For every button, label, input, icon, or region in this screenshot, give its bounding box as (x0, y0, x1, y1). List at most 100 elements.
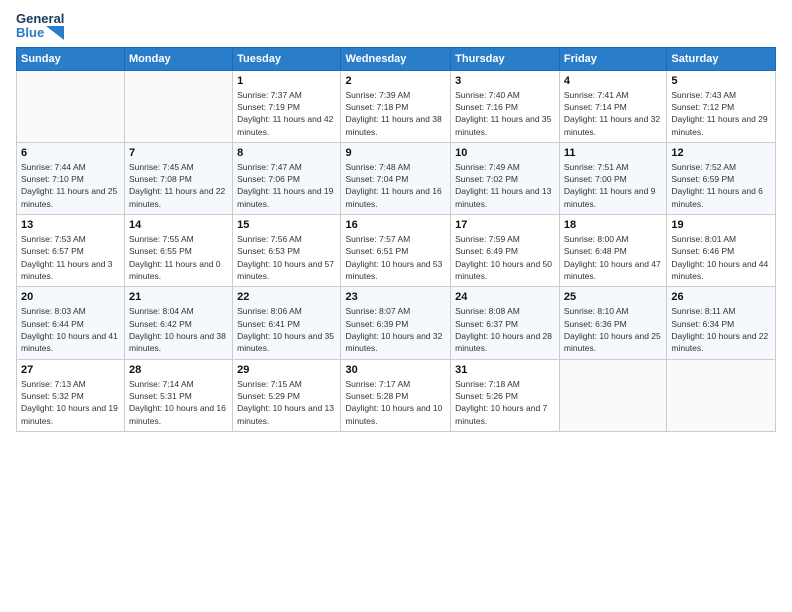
day-number: 1 (237, 75, 336, 87)
day-info: Sunrise: 8:04 AMSunset: 6:42 PMDaylight:… (129, 305, 228, 354)
day-info: Sunrise: 7:45 AMSunset: 7:08 PMDaylight:… (129, 161, 228, 210)
day-info: Sunrise: 7:15 AMSunset: 5:29 PMDaylight:… (237, 378, 336, 427)
calendar-cell: 2Sunrise: 7:39 AMSunset: 7:18 PMDaylight… (341, 70, 451, 142)
day-info: Sunrise: 7:59 AMSunset: 6:49 PMDaylight:… (455, 233, 555, 282)
day-number: 10 (455, 147, 555, 159)
day-number: 26 (671, 291, 771, 303)
day-info: Sunrise: 7:47 AMSunset: 7:06 PMDaylight:… (237, 161, 336, 210)
col-header-wednesday: Wednesday (341, 47, 451, 70)
day-info: Sunrise: 7:37 AMSunset: 7:19 PMDaylight:… (237, 89, 336, 138)
day-number: 6 (21, 147, 120, 159)
calendar-cell: 1 Sunrise: 7:37 AMSunset: 7:19 PMDaylight… (233, 70, 341, 142)
day-info: Sunrise: 8:00 AMSunset: 6:48 PMDaylight:… (564, 233, 662, 282)
calendar-cell: 20 Sunrise: 8:03 AMSunset: 6:44 PMDayligh… (17, 287, 125, 359)
day-number: 3 (455, 75, 555, 87)
day-info: Sunrise: 7:17 AMSunset: 5:28 PMDaylight:… (345, 378, 446, 427)
day-info: Sunrise: 7:18 AMSunset: 5:26 PMDaylight:… (455, 378, 555, 427)
calendar-cell: 18 Sunrise: 8:00 AMSunset: 6:48 PMDayligh… (559, 215, 666, 287)
calendar-cell: 24 Sunrise: 8:08 AMSunset: 6:37 PMDayligh… (451, 287, 560, 359)
calendar-cell: 31 Sunrise: 7:18 AMSunset: 5:26 PMDayligh… (451, 359, 560, 431)
calendar-cell: 15Sunrise: 7:56 AMSunset: 6:53 PMDayligh… (233, 215, 341, 287)
calendar-table: SundayMondayTuesdayWednesdayThursdayFrid… (16, 47, 776, 432)
calendar-week-4: 20 Sunrise: 8:03 AMSunset: 6:44 PMDayligh… (17, 287, 776, 359)
calendar-cell: 5 Sunrise: 7:43 AMSunset: 7:12 PMDaylight… (667, 70, 776, 142)
calendar-cell: 7 Sunrise: 7:45 AMSunset: 7:08 PMDaylight… (125, 142, 233, 214)
day-number: 19 (671, 219, 771, 231)
calendar-week-1: 1 Sunrise: 7:37 AMSunset: 7:19 PMDaylight… (17, 70, 776, 142)
calendar-week-5: 27 Sunrise: 7:13 AMSunset: 5:32 PMDayligh… (17, 359, 776, 431)
day-number: 27 (21, 364, 120, 376)
logo-arrow-icon (46, 26, 64, 40)
calendar-cell: 14Sunrise: 7:55 AMSunset: 6:55 PMDayligh… (125, 215, 233, 287)
day-info: Sunrise: 7:40 AMSunset: 7:16 PMDaylight:… (455, 89, 555, 138)
day-number: 29 (237, 364, 336, 376)
day-info: Sunrise: 8:03 AMSunset: 6:44 PMDaylight:… (21, 305, 120, 354)
calendar-cell: 22Sunrise: 8:06 AMSunset: 6:41 PMDayligh… (233, 287, 341, 359)
day-info: Sunrise: 7:48 AMSunset: 7:04 PMDaylight:… (345, 161, 446, 210)
day-number: 8 (237, 147, 336, 159)
day-number: 28 (129, 364, 228, 376)
day-info: Sunrise: 7:51 AMSunset: 7:00 PMDaylight:… (564, 161, 662, 210)
calendar-cell (125, 70, 233, 142)
day-number: 31 (455, 364, 555, 376)
day-number: 21 (129, 291, 228, 303)
calendar-cell: 29 Sunrise: 7:15 AMSunset: 5:29 PMDayligh… (233, 359, 341, 431)
calendar-cell: 27 Sunrise: 7:13 AMSunset: 5:32 PMDayligh… (17, 359, 125, 431)
calendar-cell: 6 Sunrise: 7:44 AMSunset: 7:10 PMDaylight… (17, 142, 125, 214)
calendar-cell (559, 359, 666, 431)
calendar-week-2: 6 Sunrise: 7:44 AMSunset: 7:10 PMDaylight… (17, 142, 776, 214)
day-number: 5 (671, 75, 771, 87)
calendar-header-row: SundayMondayTuesdayWednesdayThursdayFrid… (17, 47, 776, 70)
logo: General Blue (16, 12, 64, 41)
day-info: Sunrise: 7:56 AMSunset: 6:53 PMDaylight:… (237, 233, 336, 282)
calendar-cell: 10 Sunrise: 7:49 AMSunset: 7:02 PMDayligh… (451, 142, 560, 214)
calendar-cell: 17Sunrise: 7:59 AMSunset: 6:49 PMDayligh… (451, 215, 560, 287)
calendar-cell: 16 Sunrise: 7:57 AMSunset: 6:51 PMDayligh… (341, 215, 451, 287)
calendar-cell: 23 Sunrise: 8:07 AMSunset: 6:39 PMDayligh… (341, 287, 451, 359)
header: General Blue (16, 12, 776, 41)
col-header-monday: Monday (125, 47, 233, 70)
col-header-saturday: Saturday (667, 47, 776, 70)
calendar-cell: 9 Sunrise: 7:48 AMSunset: 7:04 PMDaylight… (341, 142, 451, 214)
day-info: Sunrise: 7:39 AMSunset: 7:18 PMDaylight:… (345, 89, 446, 138)
day-info: Sunrise: 7:44 AMSunset: 7:10 PMDaylight:… (21, 161, 120, 210)
col-header-friday: Friday (559, 47, 666, 70)
calendar-cell: 19 Sunrise: 8:01 AMSunset: 6:46 PMDayligh… (667, 215, 776, 287)
col-header-thursday: Thursday (451, 47, 560, 70)
day-number: 20 (21, 291, 120, 303)
day-info: Sunrise: 8:08 AMSunset: 6:37 PMDaylight:… (455, 305, 555, 354)
calendar-cell: 8 Sunrise: 7:47 AMSunset: 7:06 PMDaylight… (233, 142, 341, 214)
day-number: 16 (345, 219, 446, 231)
day-number: 11 (564, 147, 662, 159)
day-info: Sunrise: 7:43 AMSunset: 7:12 PMDaylight:… (671, 89, 771, 138)
calendar-cell: 11 Sunrise: 7:51 AMSunset: 7:00 PMDayligh… (559, 142, 666, 214)
logo-text-block: General Blue (16, 12, 64, 41)
col-header-sunday: Sunday (17, 47, 125, 70)
logo-general: General (16, 12, 64, 26)
day-number: 4 (564, 75, 662, 87)
day-info: Sunrise: 7:57 AMSunset: 6:51 PMDaylight:… (345, 233, 446, 282)
day-info: Sunrise: 8:10 AMSunset: 6:36 PMDaylight:… (564, 305, 662, 354)
day-info: Sunrise: 7:53 AMSunset: 6:57 PMDaylight:… (21, 233, 120, 282)
day-info: Sunrise: 7:52 AMSunset: 6:59 PMDaylight:… (671, 161, 771, 210)
day-info: Sunrise: 7:49 AMSunset: 7:02 PMDaylight:… (455, 161, 555, 210)
calendar-cell: 21 Sunrise: 8:04 AMSunset: 6:42 PMDayligh… (125, 287, 233, 359)
day-number: 22 (237, 291, 336, 303)
calendar-cell: 25 Sunrise: 8:10 AMSunset: 6:36 PMDayligh… (559, 287, 666, 359)
calendar-cell: 4Sunrise: 7:41 AMSunset: 7:14 PMDaylight… (559, 70, 666, 142)
day-number: 24 (455, 291, 555, 303)
calendar-week-3: 13Sunrise: 7:53 AMSunset: 6:57 PMDayligh… (17, 215, 776, 287)
day-info: Sunrise: 7:13 AMSunset: 5:32 PMDaylight:… (21, 378, 120, 427)
col-header-tuesday: Tuesday (233, 47, 341, 70)
day-info: Sunrise: 8:07 AMSunset: 6:39 PMDaylight:… (345, 305, 446, 354)
day-info: Sunrise: 8:01 AMSunset: 6:46 PMDaylight:… (671, 233, 771, 282)
day-number: 9 (345, 147, 446, 159)
day-number: 30 (345, 364, 446, 376)
day-number: 25 (564, 291, 662, 303)
day-number: 18 (564, 219, 662, 231)
day-info: Sunrise: 7:55 AMSunset: 6:55 PMDaylight:… (129, 233, 228, 282)
day-info: Sunrise: 8:11 AMSunset: 6:34 PMDaylight:… (671, 305, 771, 354)
calendar-cell: 28Sunrise: 7:14 AMSunset: 5:31 PMDayligh… (125, 359, 233, 431)
day-number: 7 (129, 147, 228, 159)
day-number: 23 (345, 291, 446, 303)
